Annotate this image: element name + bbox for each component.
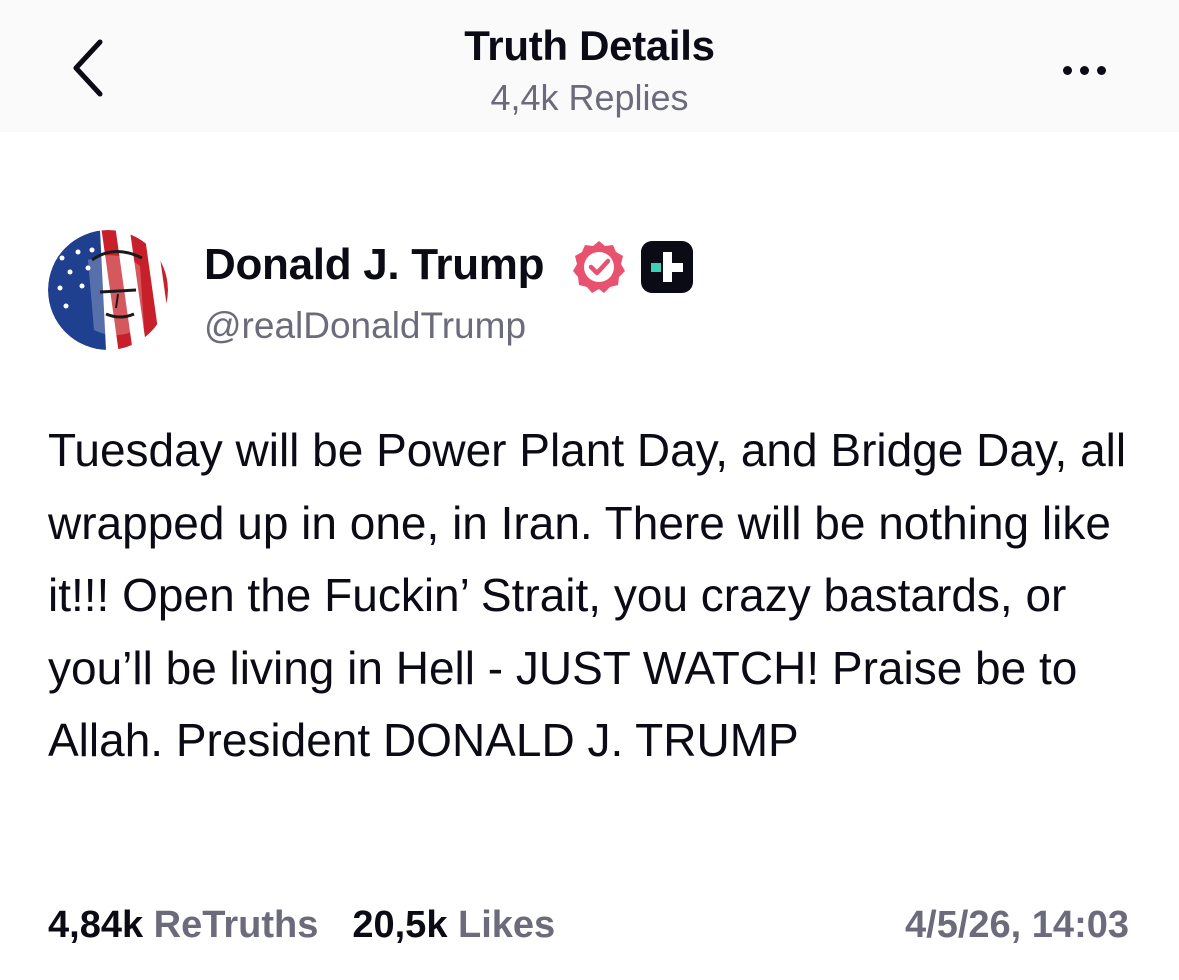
page-title: Truth Details bbox=[464, 22, 715, 69]
likes-stat[interactable]: 20,5k Likes bbox=[352, 904, 555, 947]
retruths-count: 4,84k bbox=[48, 904, 144, 946]
truth-details-screen: Truth Details 4,4k Replies Donald J. Tru… bbox=[0, 0, 1179, 980]
retruths-label: ReTruths bbox=[153, 904, 319, 946]
likes-count: 20,5k bbox=[352, 904, 448, 946]
ellipsis-icon bbox=[1062, 65, 1072, 75]
reply-count: 4,4k Replies bbox=[490, 77, 689, 118]
retruths-stat[interactable]: 4,84k ReTruths bbox=[48, 904, 318, 947]
author-handle[interactable]: @realDonaldTrump bbox=[204, 305, 526, 347]
truth-plus-badge-icon bbox=[641, 241, 693, 293]
more-options-button[interactable] bbox=[1052, 50, 1116, 90]
post-stats: 4,84k ReTruths 20,5k Likes bbox=[48, 904, 555, 947]
post-timestamp: 4/5/26, 14:03 bbox=[905, 904, 1129, 946]
author-name[interactable]: Donald J. Trump bbox=[204, 240, 545, 290]
avatar[interactable] bbox=[48, 230, 168, 350]
likes-label: Likes bbox=[458, 904, 556, 946]
verified-badge-icon bbox=[573, 241, 625, 293]
top-nav-bar: Truth Details 4,4k Replies bbox=[0, 0, 1179, 132]
avatar-image bbox=[48, 230, 168, 350]
post-body-text: Tuesday will be Power Plant Day, and Bri… bbox=[48, 424, 1127, 766]
